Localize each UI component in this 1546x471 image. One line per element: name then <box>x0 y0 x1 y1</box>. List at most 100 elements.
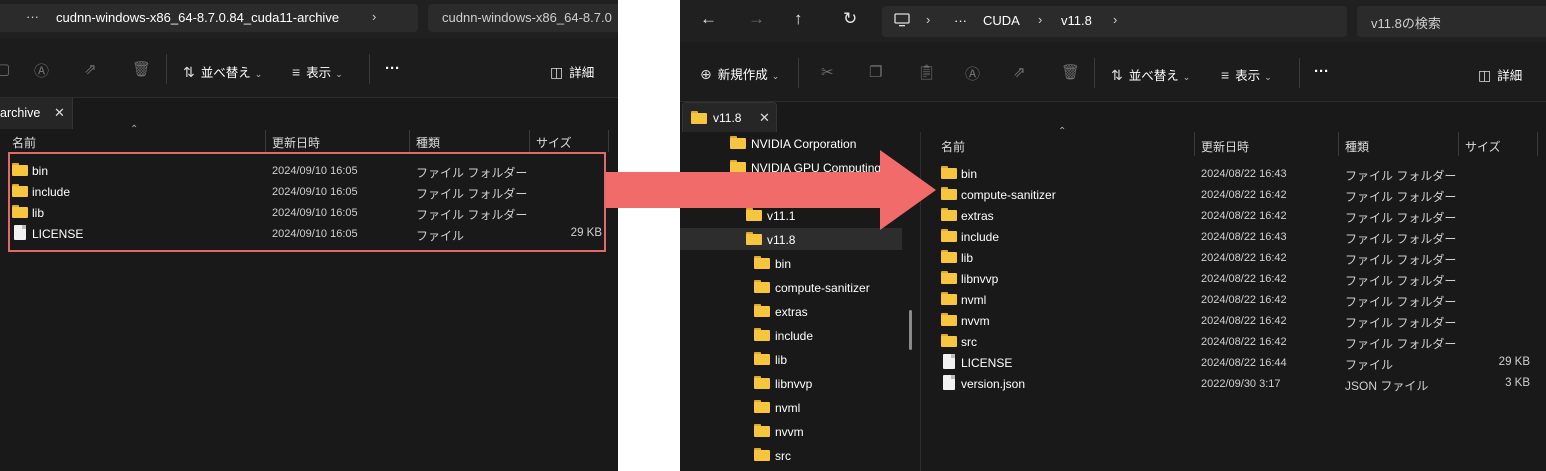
file-row[interactable]: compute-sanitizer 2024/08/22 16:42 ファイル … <box>921 184 1546 205</box>
column-date-header[interactable]: 更新日時 <box>272 134 320 151</box>
file-row[interactable]: lib 2024/08/22 16:42 ファイル フォルダー <box>921 247 1546 268</box>
column-divider[interactable] <box>409 130 410 152</box>
more-options-button[interactable]: ··· <box>385 60 400 77</box>
tree-item[interactable]: libnvvp <box>680 372 902 394</box>
file-type: ファイル フォルダー <box>1345 190 1457 204</box>
back-arrow-icon[interactable]: ← <box>700 9 717 29</box>
file-name: bin <box>961 167 978 181</box>
column-name-header[interactable]: 名前 <box>12 134 36 151</box>
tree-item[interactable]: include <box>680 324 902 346</box>
arrow-shape <box>606 150 936 230</box>
copy-icon[interactable]: ▢ <box>0 60 10 78</box>
tree-item[interactable]: lib <box>680 348 902 370</box>
breadcrumb-chevron-icon[interactable]: › <box>1113 12 1117 27</box>
file-row[interactable]: include 2024/08/22 16:43 ファイル フォルダー <box>921 226 1546 247</box>
close-icon[interactable]: ✕ <box>54 105 65 121</box>
breadcrumb-v11-8[interactable]: v11.8 <box>1061 13 1092 28</box>
new-button[interactable]: ⊕ 新規作成 ⌄ <box>700 64 779 83</box>
file-date: 2024/08/22 16:42 <box>1201 273 1287 285</box>
file-type: ファイル フォルダー <box>1345 169 1457 183</box>
tree-item[interactable]: nvml <box>680 396 902 418</box>
left-breadcrumb-path[interactable]: cudnn-windows-x86_64-8.7.0.84_cuda11-arc… <box>56 10 339 25</box>
view-button[interactable]: ≡ 表示 ⌄ <box>292 62 343 81</box>
close-icon[interactable]: ✕ <box>759 110 770 126</box>
column-divider[interactable] <box>1458 132 1459 156</box>
file-date: 2024/08/22 16:42 <box>1201 210 1287 222</box>
cut-icon[interactable]: ✂ <box>821 63 834 81</box>
column-divider[interactable] <box>1338 132 1339 156</box>
left-breadcrumb-chevron-icon[interactable]: › <box>372 9 376 24</box>
column-size-header[interactable]: サイズ <box>1465 138 1501 155</box>
tree-item[interactable]: extras <box>680 300 902 322</box>
share-icon[interactable]: ⇗ <box>1013 63 1026 81</box>
column-divider[interactable] <box>529 130 530 152</box>
column-date-header[interactable]: 更新日時 <box>1201 138 1249 155</box>
tree-item[interactable]: bin <box>680 252 902 274</box>
breadcrumb-chevron-icon[interactable]: › <box>926 12 930 27</box>
forward-arrow-icon[interactable]: → <box>748 9 765 29</box>
share-icon[interactable]: ⇗ <box>84 60 97 78</box>
folder-icon <box>754 352 770 365</box>
rename-icon[interactable]: Ⓐ <box>34 60 49 81</box>
column-divider[interactable] <box>1537 132 1538 156</box>
tree-item[interactable]: nvvm <box>680 420 902 442</box>
file-row[interactable]: nvvm 2024/08/22 16:42 ファイル フォルダー <box>921 310 1546 331</box>
left-tab-archive[interactable]: archive ✕ <box>0 98 73 129</box>
tree-item-selected[interactable]: v11.8 <box>680 228 902 250</box>
column-divider[interactable] <box>1194 132 1195 156</box>
right-breadcrumb[interactable]: › ··· CUDA › v11.8 › <box>882 6 1347 37</box>
file-name: include <box>961 230 1000 244</box>
navigation-scrollbar[interactable] <box>909 310 912 350</box>
sort-button[interactable]: ⇅ 並べ替え ⌄ <box>1111 65 1190 84</box>
toolbar-separator <box>1299 58 1300 88</box>
column-divider[interactable] <box>265 130 266 152</box>
file-row[interactable]: extras 2024/08/22 16:42 ファイル フォルダー <box>921 205 1546 226</box>
file-row[interactable]: src 2024/08/22 16:42 ファイル フォルダー <box>921 331 1546 352</box>
details-pane-button[interactable]: ◫ 詳細 <box>1478 65 1522 84</box>
tree-item-label: v11.8 <box>767 233 796 247</box>
delete-icon[interactable]: 🗑︎ <box>132 60 151 78</box>
breadcrumb-chevron-icon[interactable]: › <box>1038 12 1042 27</box>
more-options-button[interactable]: ··· <box>1314 63 1329 80</box>
folder-icon <box>941 313 957 326</box>
folder-icon <box>730 136 746 149</box>
right-search-box[interactable]: v11.8の検索 <box>1357 6 1546 37</box>
copy-direction-arrow-icon <box>606 150 936 230</box>
left-search-box[interactable]: cudnn-windows-x86_64-8.7.0 <box>428 4 618 32</box>
sort-button[interactable]: ⇅ 並べ替え ⌄ <box>183 62 262 81</box>
refresh-icon[interactable]: ↻ <box>843 9 857 29</box>
paste-icon[interactable]: 📋︎ <box>917 63 936 81</box>
copy-icon[interactable]: ❐ <box>869 63 882 81</box>
file-date: 2022/09/30 3:17 <box>1201 378 1281 390</box>
file-row[interactable]: libnvvp 2024/08/22 16:42 ファイル フォルダー <box>921 268 1546 289</box>
new-label: 新規作成 <box>717 68 768 82</box>
column-divider[interactable] <box>608 130 609 152</box>
file-row[interactable]: bin 2024/08/22 16:43 ファイル フォルダー <box>921 163 1546 184</box>
column-type-header[interactable]: 種類 <box>1345 138 1369 155</box>
file-row[interactable]: nvml 2024/08/22 16:42 ファイル フォルダー <box>921 289 1546 310</box>
tree-item[interactable]: compute-sanitizer <box>680 276 902 298</box>
this-pc-icon[interactable] <box>894 13 910 30</box>
up-arrow-icon[interactable]: ↑ <box>794 9 803 29</box>
left-breadcrumb-overflow[interactable]: ··· <box>26 9 39 24</box>
chevron-down-icon: ⌄ <box>254 69 263 79</box>
right-command-bar: ⊕ 新規作成 ⌄ ✂ ❐ 📋︎ Ⓐ ⇗ 🗑︎ ⇅ 並べ替え ⌄ ≡ 表示 ⌄ ··· ◫ 詳細 <box>680 42 1546 102</box>
details-label: 詳細 <box>1497 69 1523 83</box>
column-type-header[interactable]: 種類 <box>416 134 440 151</box>
rename-icon[interactable]: Ⓐ <box>965 63 980 84</box>
column-size-header[interactable]: サイズ <box>536 134 572 151</box>
breadcrumb-overflow[interactable]: ··· <box>954 13 967 28</box>
folder-icon <box>941 250 957 263</box>
file-type: ファイル フォルダー <box>1345 274 1457 288</box>
delete-icon[interactable]: 🗑︎ <box>1061 63 1080 81</box>
breadcrumb-cuda[interactable]: CUDA <box>983 13 1020 28</box>
file-row[interactable]: version.json 2022/09/30 3:17 JSON ファイル 3… <box>921 373 1546 394</box>
file-row[interactable]: LICENSE 2024/08/22 16:44 ファイル 29 KB <box>921 352 1546 373</box>
file-date: 2024/08/22 16:43 <box>1201 168 1287 180</box>
view-button[interactable]: ≡ 表示 ⌄ <box>1221 65 1272 84</box>
column-name-header[interactable]: 名前 <box>941 138 965 155</box>
tree-item[interactable]: src <box>680 444 902 466</box>
details-pane-button[interactable]: ◫ 詳細 <box>550 62 594 81</box>
left-breadcrumb[interactable]: ··· cudnn-windows-x86_64-8.7.0.84_cuda11… <box>0 4 418 32</box>
right-tab-v11-8[interactable]: v11.8 ✕ <box>682 102 777 132</box>
